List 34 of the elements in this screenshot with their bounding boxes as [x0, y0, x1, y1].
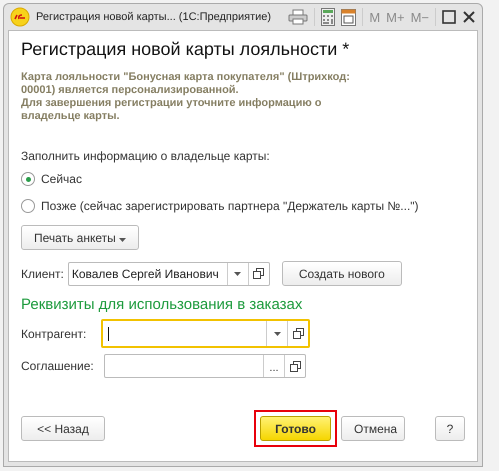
window-title: Регистрация новой карты... (1С:Предприятие) — [36, 11, 272, 23]
fill-label: Заполнить информацию о владельце карты: — [21, 149, 271, 163]
client-field[interactable]: Ковалев Сергей Иванович — [68, 262, 270, 286]
logo-icon — [10, 7, 30, 27]
form-heading: Регистрация новой карты лояльности * — [21, 39, 350, 60]
dropdown-caret-icon[interactable] — [274, 332, 280, 336]
input-field[interactable] — [101, 319, 310, 348]
section-title: Реквизиты для использования в заказах — [21, 296, 304, 313]
help-button[interactable]: ? — [435, 416, 465, 441]
done-button[interactable]: Готово — [260, 416, 331, 441]
choice-button[interactable]: ... — [263, 355, 284, 377]
open-window-icon[interactable] — [253, 268, 264, 279]
radio-button[interactable] — [21, 172, 35, 186]
info-message: Карта лояльности "Бонусная карта покупателя" (Штрихкод: 00001) является персонализированной. Для завершения регистрации уточните информацию о владельце карты. — [21, 71, 351, 123]
printer-icon[interactable] — [288, 9, 308, 25]
input-field[interactable]: ... — [104, 354, 306, 378]
field-label: Контрагент: — [21, 326, 88, 340]
create-new-button[interactable]: Создать нового — [282, 261, 402, 286]
close-icon[interactable] — [462, 10, 476, 24]
cancel-button[interactable]: Отмена — [341, 416, 405, 441]
back-button[interactable]: << Назад — [21, 416, 105, 441]
calendar-icon[interactable] — [341, 8, 356, 26]
calculator-icon[interactable] — [321, 8, 336, 26]
radio-button[interactable] — [21, 199, 35, 213]
field-label: Соглашение: — [21, 359, 95, 373]
radio-option[interactable]: Сейчас — [21, 168, 465, 190]
client-label: Клиент: — [21, 266, 64, 280]
caret-icon — [119, 238, 126, 242]
open-window-icon[interactable] — [292, 328, 304, 339]
dropdown-caret-icon[interactable] — [234, 272, 242, 276]
radio-option[interactable]: Позже (сейчас зарегистрировать партнера "Держатель карты №...") — [21, 195, 465, 217]
print-form-button[interactable]: Печать анкеты — [21, 225, 140, 250]
open-window-icon[interactable] — [290, 360, 300, 372]
maximize-icon[interactable] — [442, 10, 456, 24]
